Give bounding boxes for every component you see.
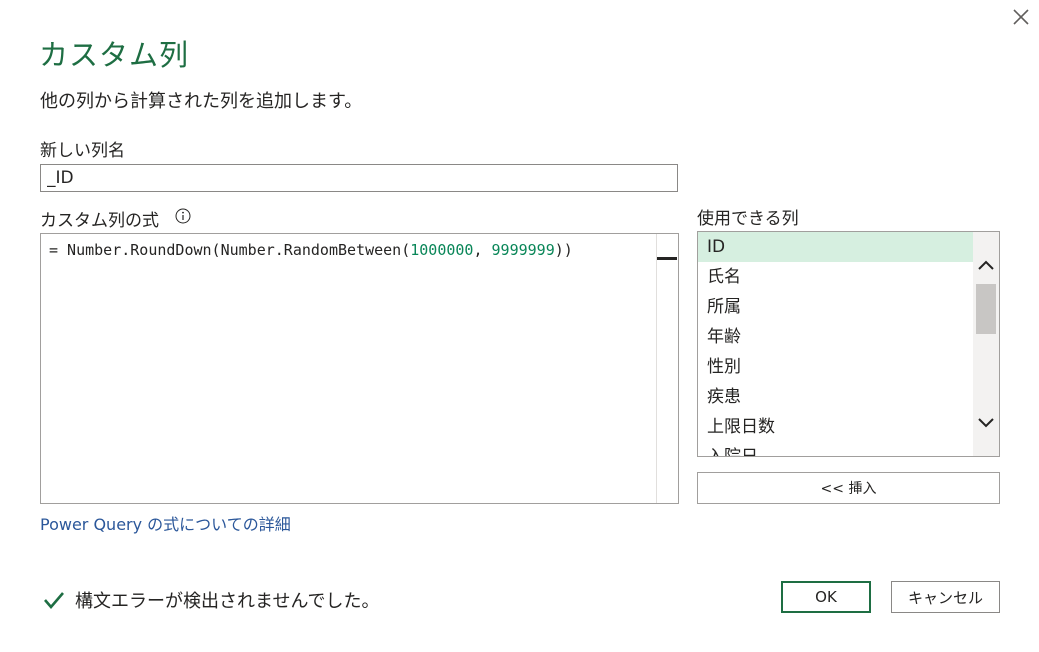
new-column-name-input[interactable] <box>40 164 678 192</box>
learn-more-link[interactable]: Power Query の式についての詳細 <box>40 511 291 535</box>
formula-separator: , <box>473 241 492 259</box>
ok-button[interactable]: OK <box>781 581 871 613</box>
formula-prefix: = Number.RoundDown(Number.RandomBetween( <box>49 241 411 259</box>
formula-label: カスタム列の式 <box>40 211 159 231</box>
column-item[interactable]: 氏名 <box>698 262 973 292</box>
formula-overview-marker <box>657 257 677 260</box>
close-icon[interactable] <box>1008 4 1034 30</box>
new-column-name-label: 新しい列名 <box>40 141 125 161</box>
column-item[interactable]: ID <box>698 232 973 262</box>
syntax-status: 構文エラーが検出されませんでした。 <box>75 591 380 612</box>
formula-editor[interactable]: = Number.RoundDown(Number.RandomBetween(… <box>40 233 679 504</box>
formula-number-max: 9999999 <box>491 241 555 259</box>
formula-scrollbar[interactable] <box>656 234 678 503</box>
scrollbar-thumb[interactable] <box>976 284 996 334</box>
columns-scrollbar[interactable] <box>973 232 999 456</box>
formula-number-min: 1000000 <box>410 241 474 259</box>
chevron-up-icon[interactable] <box>977 258 995 272</box>
formula-suffix: )) <box>554 241 573 259</box>
dialog-description: 他の列から計算された列を追加します。 <box>40 91 363 112</box>
column-item[interactable]: 上限日数 <box>698 412 973 442</box>
dialog-title: カスタム列 <box>39 38 190 72</box>
available-columns-label: 使用できる列 <box>697 209 799 229</box>
info-icon[interactable] <box>175 208 191 224</box>
insert-button[interactable]: << 挿入 <box>697 472 1000 504</box>
cancel-button[interactable]: キャンセル <box>891 581 1000 613</box>
available-columns-list[interactable]: ID 氏名 所属 年齢 性別 疾患 上限日数 入院日 <box>697 231 1000 457</box>
column-item[interactable]: 入院日 <box>698 442 973 456</box>
formula-text: = Number.RoundDown(Number.RandomBetween(… <box>49 241 573 259</box>
checkmark-icon <box>44 592 64 609</box>
column-item[interactable]: 疾患 <box>698 382 973 412</box>
column-item[interactable]: 所属 <box>698 292 973 322</box>
chevron-down-icon[interactable] <box>977 416 995 430</box>
column-item[interactable]: 年齢 <box>698 322 973 352</box>
column-item[interactable]: 性別 <box>698 352 973 382</box>
